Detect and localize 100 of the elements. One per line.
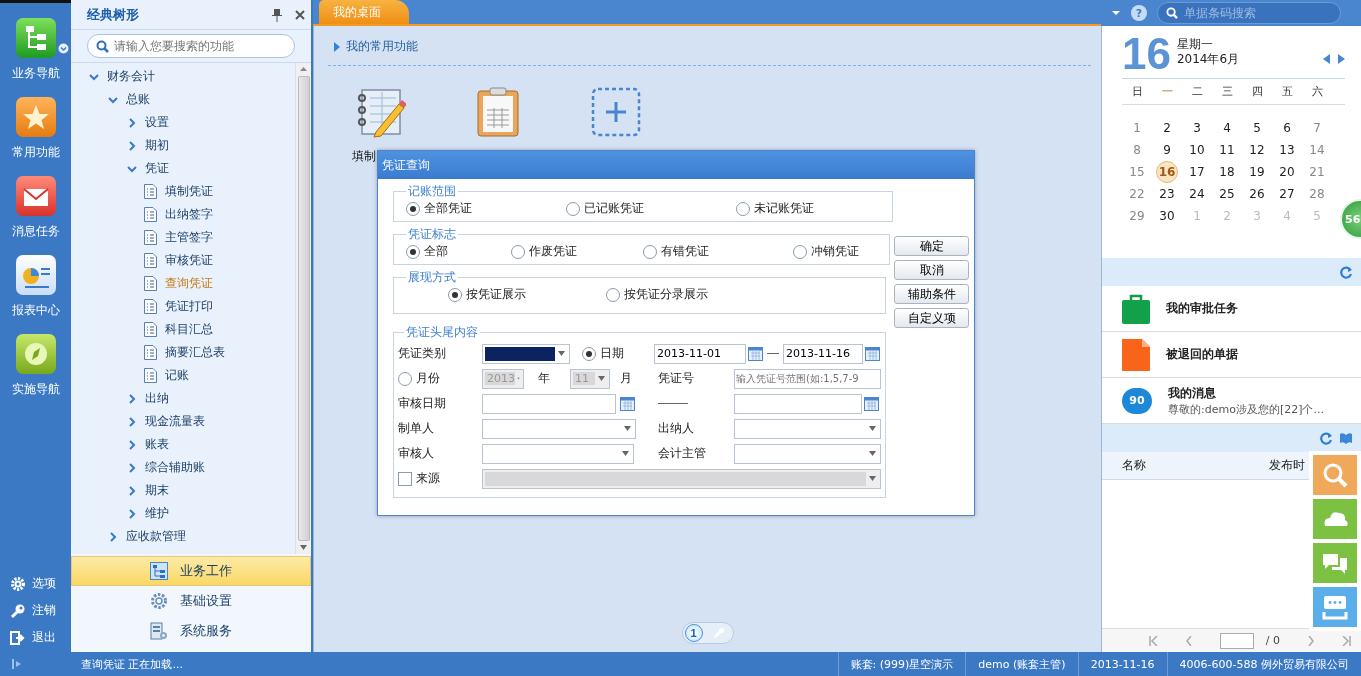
tree-item[interactable]: 财务会计 <box>71 65 295 88</box>
date-field[interactable]: 2013-11-16 <box>783 343 863 364</box>
calendar-day[interactable]: 7 <box>1302 117 1332 139</box>
tree-item[interactable]: 综合辅助账 <box>71 456 295 479</box>
date-field[interactable] <box>734 393 862 414</box>
radio-button[interactable] <box>566 201 580 216</box>
tree-item[interactable]: 摘要汇总表 <box>71 341 295 364</box>
option-label[interactable]: 未记账凭证 <box>754 200 814 217</box>
calendar-day[interactable]: 5 <box>1242 117 1272 139</box>
pin-icon[interactable] <box>271 7 283 22</box>
calendar-day[interactable]: 21 <box>1302 161 1332 183</box>
option-label[interactable]: 全部凭证 <box>424 200 472 217</box>
calendar-day[interactable]: 14 <box>1302 139 1332 161</box>
tree-item[interactable]: 期初 <box>71 134 295 157</box>
radio-button[interactable] <box>606 287 620 302</box>
tree-item[interactable]: 凭证打印 <box>71 295 295 318</box>
calendar-day[interactable]: 9 <box>1152 139 1182 161</box>
dropdown[interactable] <box>482 343 570 364</box>
calendar-day[interactable]: 30 <box>1152 205 1182 227</box>
book-icon[interactable] <box>1339 431 1353 445</box>
radio-button[interactable] <box>582 346 596 361</box>
task-title[interactable]: 我的审批任务 <box>1166 300 1238 317</box>
module-item[interactable]: 基础设置 <box>71 586 311 616</box>
add-icon[interactable] <box>590 86 642 138</box>
last-page-icon[interactable] <box>1342 635 1351 646</box>
tree-item[interactable]: 期末 <box>71 479 295 502</box>
dialog-button[interactable]: 取消 <box>894 260 969 280</box>
calendar-day[interactable]: 18 <box>1212 161 1242 183</box>
next-icon[interactable] <box>1338 54 1345 64</box>
calendar-icon[interactable] <box>865 346 880 361</box>
tree-item[interactable]: 出纳签字 <box>71 203 295 226</box>
arrow-down-icon[interactable] <box>299 543 308 552</box>
calendar-day[interactable]: 1 <box>1122 117 1152 139</box>
option-label[interactable]: 全部 <box>424 243 448 260</box>
calendar-day[interactable]: 20 <box>1272 161 1302 183</box>
refresh-icon[interactable] <box>1320 431 1333 445</box>
calendar-day[interactable]: 27 <box>1272 183 1302 205</box>
refresh-icon[interactable] <box>1340 265 1353 279</box>
arrow-up-icon[interactable] <box>299 65 308 74</box>
nav-link[interactable]: 选项 <box>10 575 71 592</box>
radio-button[interactable] <box>406 244 420 259</box>
radio-button[interactable] <box>398 371 412 386</box>
calendar-day[interactable]: 26 <box>1242 183 1272 205</box>
nav-link[interactable]: 注销 <box>10 602 71 619</box>
calendar-day[interactable]: 17 <box>1182 161 1212 183</box>
task-title[interactable]: 被退回的单据 <box>1166 346 1238 363</box>
option-label[interactable]: 月份 <box>416 370 440 387</box>
nav-item[interactable]: 消息任务 <box>11 175 60 240</box>
dialog-button[interactable]: 自定义项 <box>894 308 969 328</box>
calendar-day[interactable]: 3 <box>1182 117 1212 139</box>
option-label[interactable]: 按凭证分录展示 <box>624 286 708 303</box>
search-field[interactable]: 单据条码搜索 <box>1157 2 1341 24</box>
radio-button[interactable] <box>448 287 462 302</box>
close-icon[interactable] <box>295 9 305 20</box>
previous-icon[interactable] <box>1185 635 1192 646</box>
radio-button[interactable] <box>511 244 525 259</box>
option-label[interactable]: 已记账凭证 <box>584 200 644 217</box>
page-field[interactable] <box>1219 632 1254 649</box>
tree-item[interactable]: 记账 <box>71 364 295 387</box>
tool-button[interactable] <box>1313 499 1357 539</box>
tree-item[interactable]: 账表 <box>71 433 295 456</box>
radio-button[interactable] <box>793 244 807 259</box>
option-label[interactable]: 冲销凭证 <box>811 243 859 260</box>
tree-item[interactable]: 凭证 <box>71 157 295 180</box>
tree-item[interactable]: 出纳 <box>71 387 295 410</box>
calendar-day[interactable]: 8 <box>1122 139 1152 161</box>
nav-link[interactable]: 退出 <box>10 629 71 646</box>
tree-item[interactable]: 维护 <box>71 502 295 525</box>
calendar-day[interactable]: 28 <box>1302 183 1332 205</box>
nav-item[interactable]: 报表中心 <box>11 254 60 319</box>
tree-item[interactable]: 应收款管理 <box>71 525 295 548</box>
dropdown-icon[interactable] <box>57 43 69 54</box>
calendar-day[interactable]: 13 <box>1272 139 1302 161</box>
radio-button[interactable] <box>736 201 750 216</box>
calendar-icon[interactable] <box>864 396 879 411</box>
caret-icon[interactable] <box>1111 9 1121 17</box>
calendar-day[interactable]: 29 <box>1122 205 1152 227</box>
calendar-day[interactable]: 19 <box>1242 161 1272 183</box>
calendar-icon[interactable] <box>748 346 763 361</box>
page-button[interactable]: 1 <box>684 624 703 642</box>
calendar-day[interactable]: 4 <box>1212 117 1242 139</box>
option-label[interactable]: 日期 <box>600 345 624 362</box>
tree-item[interactable]: 填制凭证 <box>71 180 295 203</box>
nav-item[interactable]: 常用功能 <box>11 96 60 161</box>
calendar-day[interactable]: 22 <box>1122 183 1152 205</box>
calendar-day[interactable]: 23 <box>1152 183 1182 205</box>
calendar-day[interactable]: 12 <box>1242 139 1272 161</box>
next-icon[interactable] <box>1308 635 1314 646</box>
calendar-day[interactable]: 16 <box>1156 161 1178 183</box>
tree-item[interactable]: 总账 <box>71 88 295 111</box>
option-label[interactable]: 来源 <box>416 470 440 487</box>
tree-item[interactable]: 审核凭证 <box>71 249 295 272</box>
nav-item[interactable]: 业务导航 <box>11 17 60 82</box>
tree-item[interactable]: 科目汇总 <box>71 318 295 341</box>
calendar-day[interactable]: 24 <box>1182 183 1212 205</box>
module-item[interactable]: 系统服务 <box>71 616 311 646</box>
previous-icon[interactable] <box>1323 54 1330 64</box>
calendar-icon[interactable] <box>620 396 635 411</box>
tool-button[interactable] <box>1313 455 1357 495</box>
tool-button[interactable] <box>1313 587 1357 627</box>
